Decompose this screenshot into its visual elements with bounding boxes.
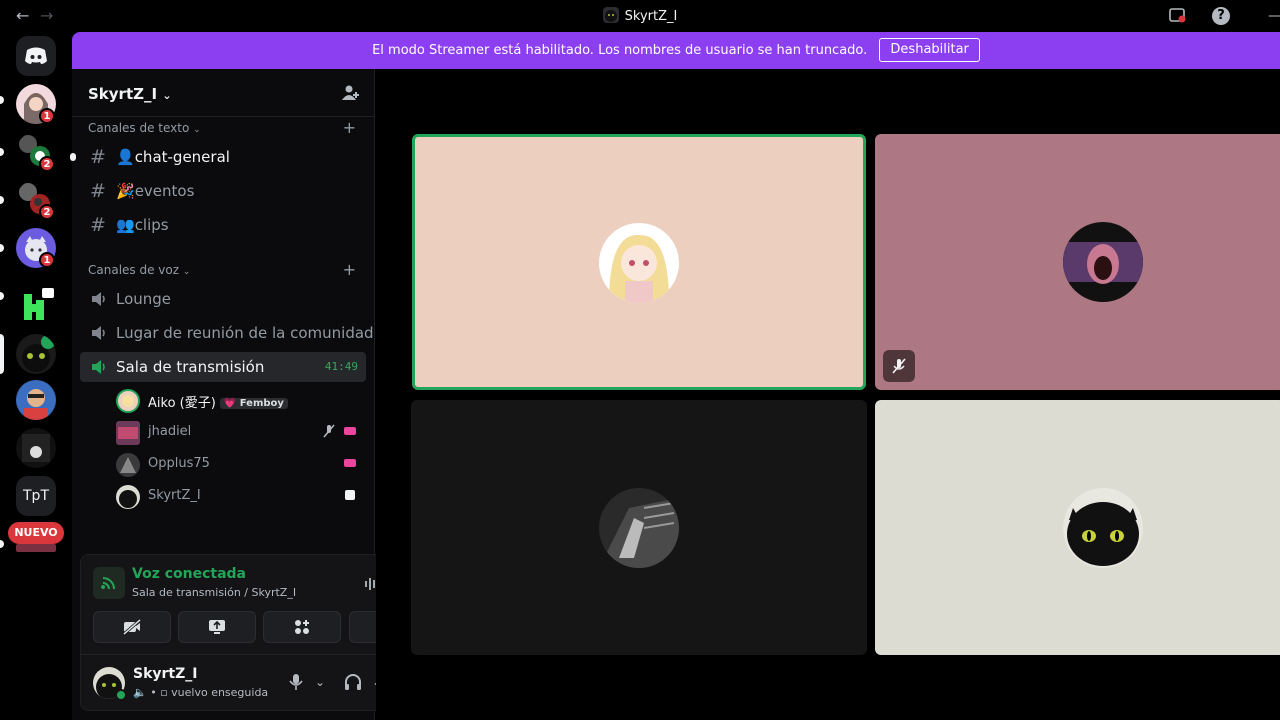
window-title: SkyrtZ_I (0, 7, 1280, 24)
mic-options-chevron-icon[interactable]: ⌄ (315, 675, 325, 689)
voice-category-header[interactable]: Canales de voz ⌄ (88, 263, 190, 277)
camera-off-button[interactable] (93, 611, 171, 643)
participant-tile-opplus75[interactable] (411, 400, 867, 655)
unread-indicator (0, 540, 4, 548)
activities-button[interactable] (263, 611, 341, 643)
unread-indicator (0, 244, 4, 252)
channel-eventos[interactable]: # 🎉eventos (80, 176, 366, 206)
channel-community-meeting[interactable]: Lugar de reunión de la comunidad (80, 318, 374, 348)
banner-text: El modo Streamer está habilitado. Los no… (372, 43, 868, 58)
speaker-small-icon: 🔈 (133, 686, 147, 699)
voice-channel-path[interactable]: Sala de transmisión / SkyrtZ_I (132, 586, 296, 599)
status-emoji-icon (343, 488, 357, 506)
microphone-icon[interactable] (288, 673, 304, 695)
server-avatar-8[interactable] (16, 428, 56, 468)
voice-stage (376, 69, 1280, 720)
hash-icon: # (90, 180, 106, 202)
online-status-icon (115, 689, 127, 701)
headphones-icon[interactable] (343, 673, 363, 695)
text-category-header[interactable]: Canales de texto ⌄ (88, 121, 201, 135)
unread-indicator (0, 96, 4, 104)
disable-streamer-button[interactable]: Deshabilitar (879, 38, 980, 62)
server-list: 1 2 2 1 TpT NUEVO (0, 32, 72, 720)
participant-avatar (1063, 488, 1143, 568)
inbox-icon[interactable] (1167, 6, 1187, 26)
username[interactable]: SkyrtZ_I (133, 666, 197, 682)
participant-tile-skyrtz[interactable] (875, 400, 1280, 655)
mention-badge: 2 (39, 156, 55, 172)
title-bar: ← → SkyrtZ_I ? — (0, 0, 1280, 32)
hash-icon: # (90, 214, 106, 236)
hash-icon: # (90, 146, 106, 168)
unread-indicator (0, 292, 4, 300)
unread-indicator (0, 196, 4, 204)
new-badge[interactable]: NUEVO (8, 522, 64, 544)
voice-connected-title[interactable]: Voz conectada (132, 566, 246, 582)
voice-member[interactable]: Aiko (愛子) 💗 Femboy (116, 387, 366, 415)
mention-badge: 1 (39, 108, 55, 124)
channel-chat-general[interactable]: # 👤chat-general (80, 142, 366, 172)
role-tag: 💗 Femboy (219, 398, 288, 409)
participant-avatar (599, 223, 679, 303)
speaker-icon (90, 324, 108, 347)
mention-badge: 2 (39, 204, 55, 220)
participant-tile-aiko[interactable] (412, 134, 866, 390)
channel-clips[interactable]: # 👥clips (80, 210, 366, 240)
server-avatar-icon (602, 7, 619, 23)
voice-member[interactable]: SkyrtZ_I (116, 483, 366, 511)
server-avatar-partial[interactable] (16, 544, 56, 552)
participant-tile-jhadiel[interactable] (875, 134, 1280, 390)
server-name[interactable]: SkyrtZ_I ⌄ (88, 85, 172, 103)
mention-badge: 1 (39, 252, 55, 268)
server-header[interactable]: SkyrtZ_I ⌄ (72, 69, 375, 117)
server-avatar-5[interactable] (16, 282, 56, 322)
activity-icon (343, 456, 357, 474)
call-timer: 41:49 (324, 360, 358, 373)
muted-mic-icon (322, 424, 336, 442)
discord-home-icon[interactable] (16, 36, 56, 76)
add-friend-icon[interactable] (341, 83, 361, 107)
status-emoji-icon: ▫ (160, 686, 168, 699)
avatar (116, 389, 140, 413)
speaker-icon (90, 290, 108, 313)
selected-indicator (0, 334, 4, 374)
minimize-icon[interactable]: — (1265, 6, 1280, 26)
unread-indicator (0, 148, 4, 156)
channel-lounge[interactable]: Lounge (80, 284, 366, 314)
chevron-down-icon: ⌄ (162, 89, 172, 102)
speaker-icon (90, 358, 108, 381)
participant-avatar (599, 488, 679, 568)
streamer-mode-banner: El modo Streamer está habilitado. Los no… (72, 32, 1280, 69)
channel-sidebar: SkyrtZ_I ⌄ Canales de texto ⌄ + # 👤chat-… (70, 69, 438, 720)
voice-member[interactable]: jhadiel (116, 419, 366, 447)
muted-mic-icon (883, 350, 915, 382)
avatar (116, 421, 140, 445)
signal-icon[interactable] (93, 567, 125, 599)
create-voice-channel-icon[interactable]: + (343, 260, 356, 279)
channel-broadcast-room[interactable]: Sala de transmisión 41:49 (80, 352, 366, 382)
avatar (116, 485, 140, 509)
screen-share-button[interactable] (178, 611, 256, 643)
help-icon[interactable]: ? (1212, 7, 1230, 25)
chevron-down-icon: ⌄ (193, 125, 201, 135)
server-avatar-7[interactable] (16, 380, 56, 420)
server-tpt[interactable]: TpT (16, 476, 56, 516)
server-avatar-6[interactable] (16, 334, 56, 374)
activity-icon (343, 424, 357, 442)
create-text-channel-icon[interactable]: + (343, 118, 356, 137)
voice-member[interactable]: Opplus75 (116, 451, 366, 479)
chevron-down-icon: ⌄ (182, 267, 191, 277)
custom-status: 🔈 • ▫ vuelvo enseguida (133, 686, 269, 699)
participant-avatar (1063, 222, 1143, 302)
unread-indicator (70, 153, 76, 161)
avatar (116, 453, 140, 477)
